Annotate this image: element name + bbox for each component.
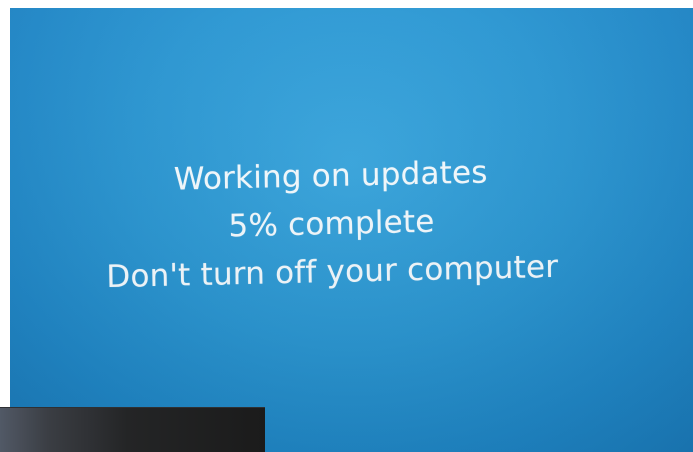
left-margin: [0, 0, 10, 407]
update-message: Working on updates 5% complete Don't tur…: [10, 145, 654, 304]
update-screen: Working on updates 5% complete Don't tur…: [10, 8, 693, 452]
top-margin: [0, 0, 693, 8]
foreground-object: [0, 407, 265, 452]
